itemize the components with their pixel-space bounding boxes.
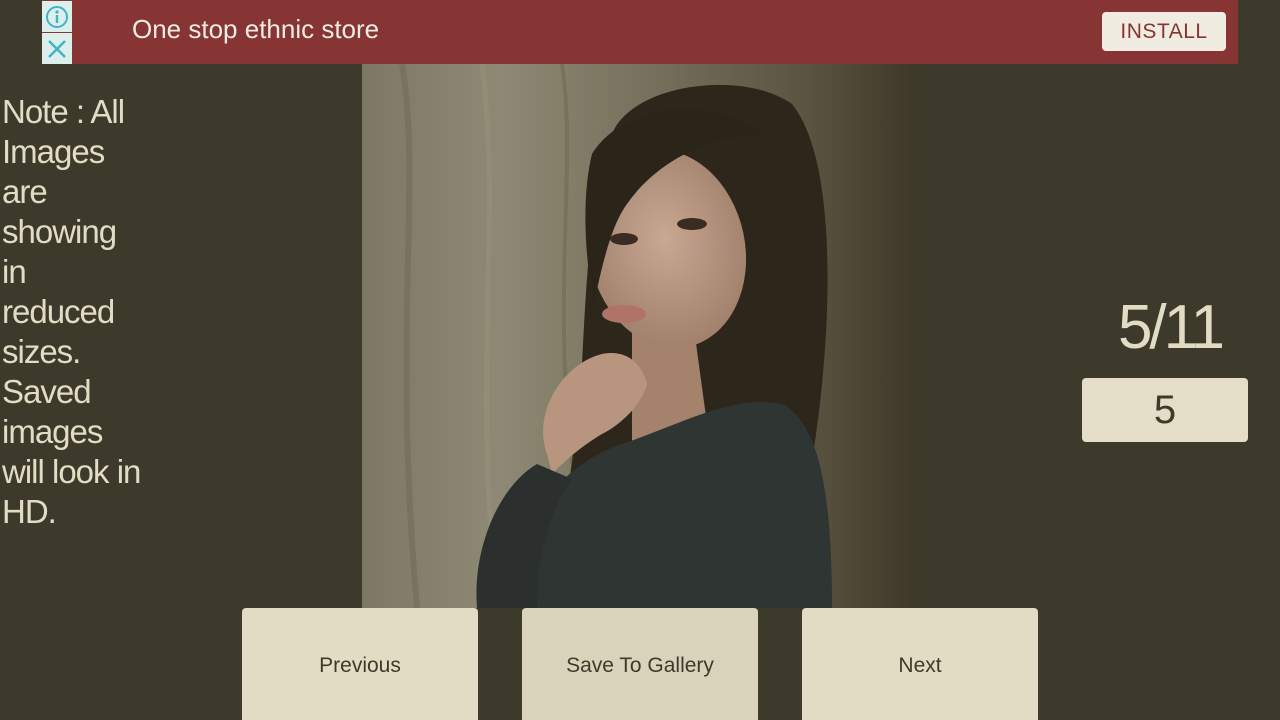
previous-button[interactable]: Previous bbox=[242, 608, 478, 720]
image-counter: 5/11 bbox=[1117, 293, 1225, 362]
ad-text[interactable]: One stop ethnic store bbox=[132, 14, 379, 45]
page-number-input[interactable] bbox=[1082, 378, 1248, 442]
save-to-gallery-button[interactable]: Save To Gallery bbox=[522, 608, 758, 720]
portrait-image bbox=[362, 64, 917, 608]
next-button[interactable]: Next bbox=[802, 608, 1038, 720]
close-icon[interactable] bbox=[42, 33, 72, 64]
gallery-image[interactable] bbox=[362, 64, 917, 608]
gallery-viewer-screen: One stop ethnic store INSTALL Note : All… bbox=[0, 0, 1280, 720]
close-icon-graphic bbox=[48, 39, 66, 58]
ad-banner[interactable]: One stop ethnic store INSTALL bbox=[42, 0, 1238, 64]
info-icon[interactable] bbox=[42, 1, 72, 32]
note-text: Note : All Images are showing in reduced… bbox=[2, 93, 141, 530]
install-button[interactable]: INSTALL bbox=[1102, 12, 1226, 51]
info-icon-graphic bbox=[46, 5, 68, 28]
